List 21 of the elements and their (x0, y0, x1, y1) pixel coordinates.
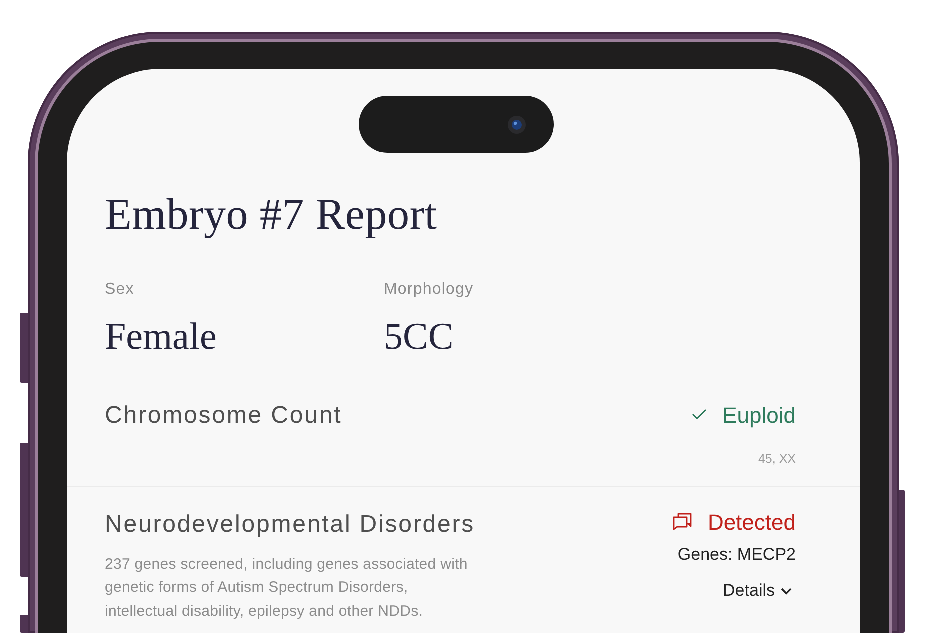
section-description: 237 genes screened, including genes associated with genetic forms of Autism Spectrum Disorders, intellectual disability, epilepsy and other NDDs. (105, 555, 468, 622)
attribute-value: 5CC (384, 315, 454, 359)
section-title: Neurodevelopmental Disorders (105, 510, 476, 540)
side-button[interactable] (899, 490, 905, 633)
attribute-label: Sex (105, 280, 134, 300)
chat-bubbles-icon (672, 513, 692, 530)
section-title: Chromosome Count (105, 401, 342, 431)
side-button[interactable] (20, 443, 28, 577)
camera-lens-icon (508, 116, 526, 134)
details-button[interactable]: Details (723, 580, 796, 602)
status-text: Euploid (722, 402, 796, 430)
karyotype-text: 45, XX (758, 451, 796, 467)
status-text: Detected (708, 509, 796, 537)
report-title: Embryo #7 Report (105, 189, 438, 241)
side-button[interactable] (20, 313, 28, 383)
side-button[interactable] (20, 615, 28, 633)
attribute-label: Morphology (384, 280, 474, 300)
attribute-value: Female (105, 315, 217, 359)
chevron-down-icon (781, 588, 792, 594)
genes-text: Genes: MECP2 (678, 544, 796, 566)
check-icon (692, 409, 707, 420)
